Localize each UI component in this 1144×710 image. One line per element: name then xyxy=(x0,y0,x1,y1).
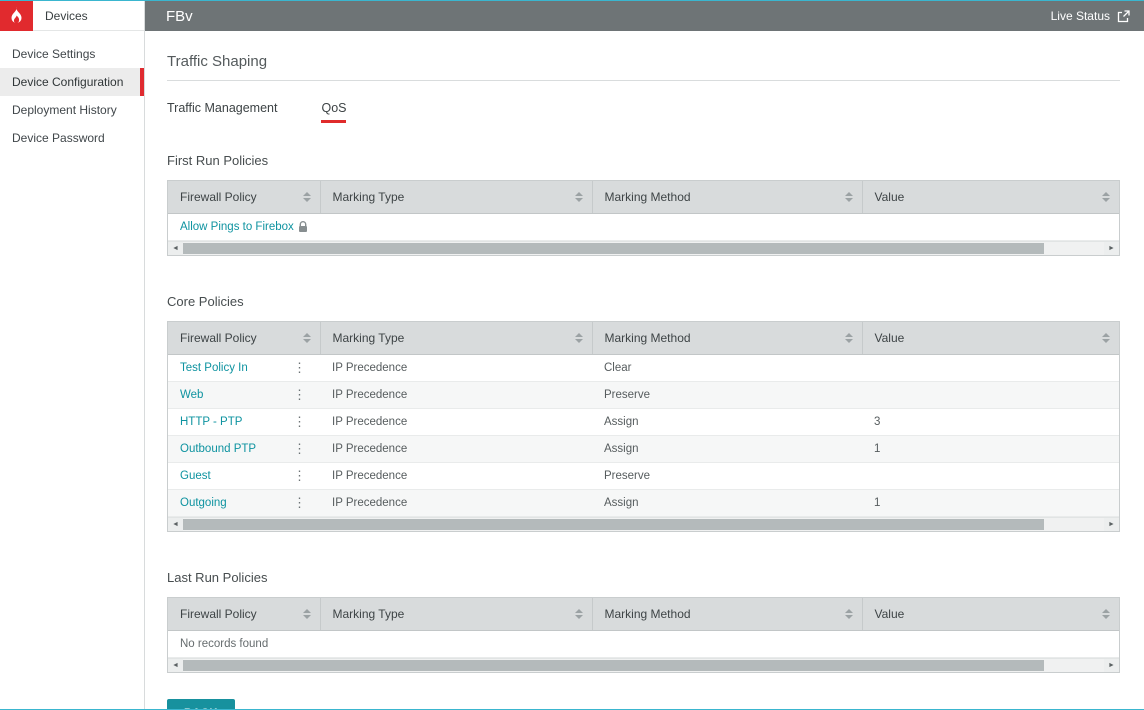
table-row: HTTP - PTP⋮ IP Precedence Assign 3 xyxy=(168,409,1119,436)
kebab-menu-icon[interactable]: ⋮ xyxy=(291,363,308,373)
sidebar-item-device-configuration[interactable]: Device Configuration xyxy=(0,68,144,96)
scrollbar-track[interactable] xyxy=(183,242,1104,255)
sort-icon[interactable] xyxy=(1102,609,1110,619)
title-divider xyxy=(167,80,1120,81)
sort-icon[interactable] xyxy=(845,192,853,202)
scroll-left-arrow[interactable]: ◄ xyxy=(168,659,183,672)
table-row: Outgoing⋮ IP Precedence Assign 1 xyxy=(168,490,1119,517)
top-bar: FBv Live Status xyxy=(145,1,1144,31)
scroll-left-arrow[interactable]: ◄ xyxy=(168,518,183,531)
policy-link[interactable]: Allow Pings to Firebox xyxy=(180,221,294,233)
scrollbar-track[interactable] xyxy=(183,659,1104,672)
column-header-value[interactable]: Value xyxy=(862,322,1119,355)
scrollbar-thumb[interactable] xyxy=(183,660,1044,671)
last-run-table: Firewall Policy Marking Type Marking Met… xyxy=(167,597,1120,673)
scroll-right-arrow[interactable]: ► xyxy=(1104,518,1119,531)
sort-icon[interactable] xyxy=(303,333,311,343)
column-header-value[interactable]: Value xyxy=(862,181,1119,214)
horizontal-scrollbar[interactable]: ◄ ► xyxy=(168,241,1119,255)
section-title-first-run: First Run Policies xyxy=(167,153,1120,168)
first-run-table: Firewall Policy Marking Type Marking Met… xyxy=(167,180,1120,256)
kebab-menu-icon[interactable]: ⋮ xyxy=(291,498,308,508)
sort-icon[interactable] xyxy=(1102,333,1110,343)
scrollbar-track[interactable] xyxy=(183,518,1104,531)
sidebar-item-device-settings[interactable]: Device Settings xyxy=(0,40,144,68)
table-header-row: Firewall Policy Marking Type Marking Met… xyxy=(168,181,1119,214)
section-title-core: Core Policies xyxy=(167,294,1120,309)
sidebar-header: Devices xyxy=(0,1,144,31)
sort-icon[interactable] xyxy=(845,609,853,619)
sidebar-title: Devices xyxy=(45,9,88,23)
column-header-firewall-policy[interactable]: Firewall Policy xyxy=(168,322,320,355)
column-header-marking-type[interactable]: Marking Type xyxy=(320,322,592,355)
column-header-marking-method[interactable]: Marking Method xyxy=(592,181,862,214)
tab-bar: Traffic Management QoS xyxy=(167,101,1120,123)
sort-icon[interactable] xyxy=(575,333,583,343)
watchguard-flame-logo-icon[interactable] xyxy=(0,1,33,31)
tab-traffic-management[interactable]: Traffic Management xyxy=(167,101,277,123)
sort-icon[interactable] xyxy=(303,192,311,202)
live-status-link[interactable]: Live Status xyxy=(1051,9,1130,23)
kebab-menu-icon[interactable]: ⋮ xyxy=(291,390,308,400)
table-header-row: Firewall Policy Marking Type Marking Met… xyxy=(168,598,1119,631)
back-button[interactable]: BACK xyxy=(167,699,235,709)
sidebar-item-deployment-history[interactable]: Deployment History xyxy=(0,96,144,124)
core-policies-table: Firewall Policy Marking Type Marking Met… xyxy=(167,321,1120,532)
no-records-text: No records found xyxy=(168,631,1119,658)
kebab-menu-icon[interactable]: ⋮ xyxy=(291,444,308,454)
policy-link[interactable]: Test Policy In xyxy=(180,362,248,374)
tab-qos[interactable]: QoS xyxy=(321,101,346,123)
sort-icon[interactable] xyxy=(575,192,583,202)
column-header-firewall-policy[interactable]: Firewall Policy xyxy=(168,181,320,214)
app-window: Devices Device Settings Device Configura… xyxy=(0,0,1144,710)
sidebar: Devices Device Settings Device Configura… xyxy=(0,1,145,709)
table-row: Web⋮ IP Precedence Preserve xyxy=(168,382,1119,409)
sidebar-item-device-password[interactable]: Device Password xyxy=(0,124,144,152)
section-title-last-run: Last Run Policies xyxy=(167,570,1120,585)
scrollbar-thumb[interactable] xyxy=(183,519,1044,530)
content-area: Traffic Shaping Traffic Management QoS F… xyxy=(145,31,1144,709)
table-row: Guest⋮ IP Precedence Preserve xyxy=(168,463,1119,490)
table-row: Allow Pings to Firebox xyxy=(168,214,1119,241)
policy-link[interactable]: Outbound PTP xyxy=(180,443,256,455)
column-header-firewall-policy[interactable]: Firewall Policy xyxy=(168,598,320,631)
policy-link[interactable]: HTTP - PTP xyxy=(180,416,242,428)
horizontal-scrollbar[interactable]: ◄ ► xyxy=(168,517,1119,531)
scrollbar-thumb[interactable] xyxy=(183,243,1044,254)
kebab-menu-icon[interactable]: ⋮ xyxy=(291,417,308,427)
table-row: Test Policy In⋮ IP Precedence Clear xyxy=(168,355,1119,382)
sort-icon[interactable] xyxy=(845,333,853,343)
column-header-value[interactable]: Value xyxy=(862,598,1119,631)
column-header-marking-type[interactable]: Marking Type xyxy=(320,598,592,631)
sort-icon[interactable] xyxy=(303,609,311,619)
sort-icon[interactable] xyxy=(1102,192,1110,202)
kebab-menu-icon[interactable]: ⋮ xyxy=(291,471,308,481)
device-title: FBv xyxy=(166,8,1051,25)
scroll-right-arrow[interactable]: ► xyxy=(1104,242,1119,255)
empty-state-row: No records found xyxy=(168,631,1119,658)
policy-link[interactable]: Outgoing xyxy=(180,497,227,509)
horizontal-scrollbar[interactable]: ◄ ► xyxy=(168,658,1119,672)
column-header-marking-method[interactable]: Marking Method xyxy=(592,322,862,355)
main-area: FBv Live Status Traffic Shaping Traffic … xyxy=(145,1,1144,709)
policy-link[interactable]: Web xyxy=(180,389,203,401)
scroll-right-arrow[interactable]: ► xyxy=(1104,659,1119,672)
scroll-left-arrow[interactable]: ◄ xyxy=(168,242,183,255)
external-link-icon xyxy=(1117,10,1130,23)
live-status-label: Live Status xyxy=(1051,9,1110,23)
column-header-marking-method[interactable]: Marking Method xyxy=(592,598,862,631)
page-title: Traffic Shaping xyxy=(167,53,1120,70)
sort-icon[interactable] xyxy=(575,609,583,619)
table-header-row: Firewall Policy Marking Type Marking Met… xyxy=(168,322,1119,355)
table-row: Outbound PTP⋮ IP Precedence Assign 1 xyxy=(168,436,1119,463)
policy-link[interactable]: Guest xyxy=(180,470,211,482)
sidebar-nav: Device Settings Device Configuration Dep… xyxy=(0,31,144,152)
column-header-marking-type[interactable]: Marking Type xyxy=(320,181,592,214)
lock-icon xyxy=(298,221,308,233)
